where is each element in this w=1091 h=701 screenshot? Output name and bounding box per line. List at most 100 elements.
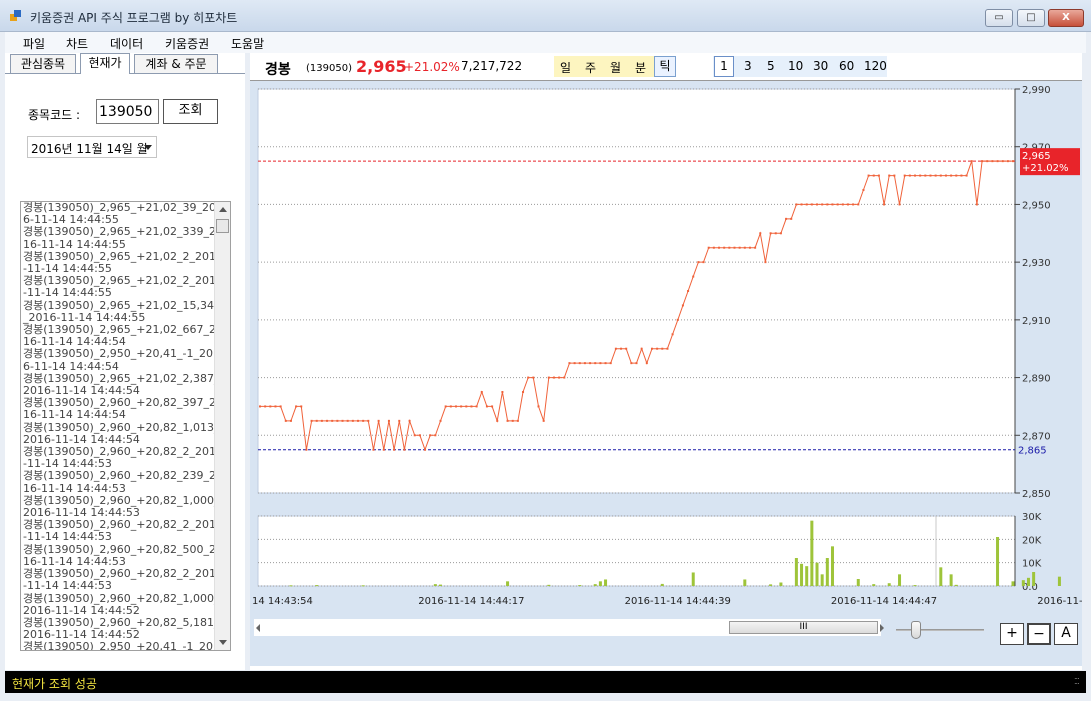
price-point [300, 405, 303, 408]
price-point [779, 232, 782, 235]
tick-list-line: 16-11-14 14:44:55 [23, 238, 126, 251]
volume-bar [547, 584, 551, 586]
tick-list-line: 경봉(139050)_2,960_+20,82_397_20 [23, 397, 214, 410]
stock-price: 2,965 [356, 57, 407, 76]
tick-list-line: -11-14 14:44:53 [23, 580, 112, 593]
scroll-up-icon[interactable] [219, 207, 227, 212]
minute-60[interactable]: 60 [839, 59, 854, 73]
zoom-out-button[interactable]: − [1027, 623, 1051, 645]
zoom-in-button[interactable]: + [1000, 623, 1024, 645]
price-tick-label: 2,850 [1022, 489, 1051, 500]
price-point [681, 304, 684, 307]
minute-3[interactable]: 3 [744, 59, 752, 73]
app-icon [10, 10, 21, 21]
maximize-button[interactable]: □ [1017, 9, 1045, 27]
price-point [424, 448, 427, 451]
tick-list-line: -11-14 14:44:55 [23, 263, 112, 276]
price-point [367, 419, 370, 422]
price-point [924, 174, 927, 177]
price-point [975, 203, 978, 206]
price-point [841, 203, 844, 206]
price-point [981, 160, 984, 163]
price-point [377, 419, 380, 422]
minimize-button[interactable]: ▭ [985, 9, 1013, 27]
period-month[interactable]: 월 [610, 59, 621, 76]
scroll-thumb[interactable] [216, 219, 229, 233]
price-point [676, 318, 679, 321]
menu-chart[interactable]: 차트 [66, 35, 88, 52]
scroll-right-icon[interactable] [880, 624, 884, 632]
tick-list-line: 16-11-14 14:44:54 [23, 409, 126, 422]
price-point [583, 362, 586, 365]
tick-list-line: -11-14 14:44:53 [23, 458, 112, 471]
tick-list[interactable]: 경봉(139050)_2,965_+21,02_39_201 6-11-14 14… [20, 201, 231, 651]
scroll-left-icon[interactable] [256, 624, 260, 632]
period-minute[interactable]: 분 [635, 59, 646, 76]
volume-pane [257, 515, 1016, 587]
low-price-label: 2,865 [1018, 446, 1047, 457]
current-price-panel: 종목코드 : 조회 2016년 11월 14일 월 경봉(139050)_2,9… [5, 73, 245, 670]
volume-bar [1011, 581, 1015, 586]
menu-bar: 파일 차트 데이터 키움증권 도움말 [5, 32, 1086, 53]
volume-bar [743, 579, 747, 586]
tab-current-price[interactable]: 현재가 [80, 53, 130, 74]
code-input[interactable] [96, 99, 159, 124]
auto-scale-button[interactable]: A [1054, 623, 1078, 645]
price-point [356, 419, 359, 422]
period-day[interactable]: 일 [560, 59, 571, 76]
minute-5[interactable]: 5 [767, 59, 775, 73]
volume-tick-label: 10K [1022, 559, 1042, 570]
period-tick[interactable]: 틱 [654, 56, 676, 77]
tick-list-line: 경봉(139050)_2,960_+20,82_239_20 [23, 470, 214, 483]
minute-1[interactable]: 1 [714, 56, 734, 77]
tick-list-items: 경봉(139050)_2,965_+21,02_39_201 6-11-14 14… [21, 202, 230, 650]
chart-scrollbar[interactable]: III [254, 619, 884, 636]
tab-account-order[interactable]: 계좌 & 주문 [134, 54, 218, 74]
minute-10[interactable]: 10 [788, 59, 803, 73]
zoom-slider-track[interactable] [896, 629, 984, 631]
volume-bar [954, 584, 958, 586]
resize-grip-icon[interactable]: ⁚⁚⁚ [1074, 678, 1082, 689]
price-point [387, 419, 390, 422]
zoom-slider-thumb[interactable] [911, 621, 921, 639]
price-point [759, 232, 762, 235]
price-point [872, 174, 875, 177]
price-point [413, 434, 416, 437]
price-point [449, 405, 452, 408]
query-button[interactable]: 조회 [163, 99, 218, 124]
minute-120[interactable]: 120 [864, 59, 887, 73]
price-point [501, 391, 504, 393]
price-point [908, 174, 911, 177]
time-tick-label: 2016-11-14 14:44:17 [418, 596, 524, 607]
period-week[interactable]: 주 [585, 59, 596, 76]
date-select[interactable]: 2016년 11월 14일 월 [27, 136, 157, 158]
tick-list-scrollbar[interactable] [214, 202, 230, 650]
volume-bar [887, 583, 891, 586]
menu-kiwoom[interactable]: 키움증권 [165, 35, 209, 52]
price-point [315, 419, 318, 422]
tick-list-line: 경봉(139050)_2,965_+21,02_2_2016 [23, 275, 214, 288]
scroll-down-icon[interactable] [219, 640, 227, 645]
price-point [960, 174, 963, 177]
close-button[interactable]: X [1048, 9, 1084, 27]
price-point [970, 160, 973, 163]
tab-watchlist[interactable]: 관심종목 [10, 54, 76, 74]
price-chart[interactable]: 2,9902,9702,9502,9302,9102,8902,8702,850… [250, 81, 1082, 666]
tick-list-line: 16-11-14 14:44:53 [23, 555, 126, 568]
price-point [609, 362, 612, 365]
menu-help[interactable]: 도움말 [231, 35, 264, 52]
price-point [398, 419, 401, 422]
period-tabs: 일 주 월 분 틱 [554, 56, 676, 77]
price-point [470, 405, 473, 408]
volume-bar [913, 585, 917, 587]
price-point [320, 419, 323, 422]
price-point [666, 347, 669, 350]
price-point [485, 405, 488, 408]
tick-list-line: 2016-11-14 14:44:54 [23, 385, 140, 398]
tick-list-line: 경봉(139050)_2,960_+20,82_2_2016 [23, 446, 214, 459]
menu-data[interactable]: 데이터 [110, 35, 143, 52]
menu-file[interactable]: 파일 [23, 35, 45, 52]
minute-30[interactable]: 30 [813, 59, 828, 73]
chart-scroll-thumb[interactable]: III [729, 621, 878, 634]
price-point [289, 419, 292, 422]
